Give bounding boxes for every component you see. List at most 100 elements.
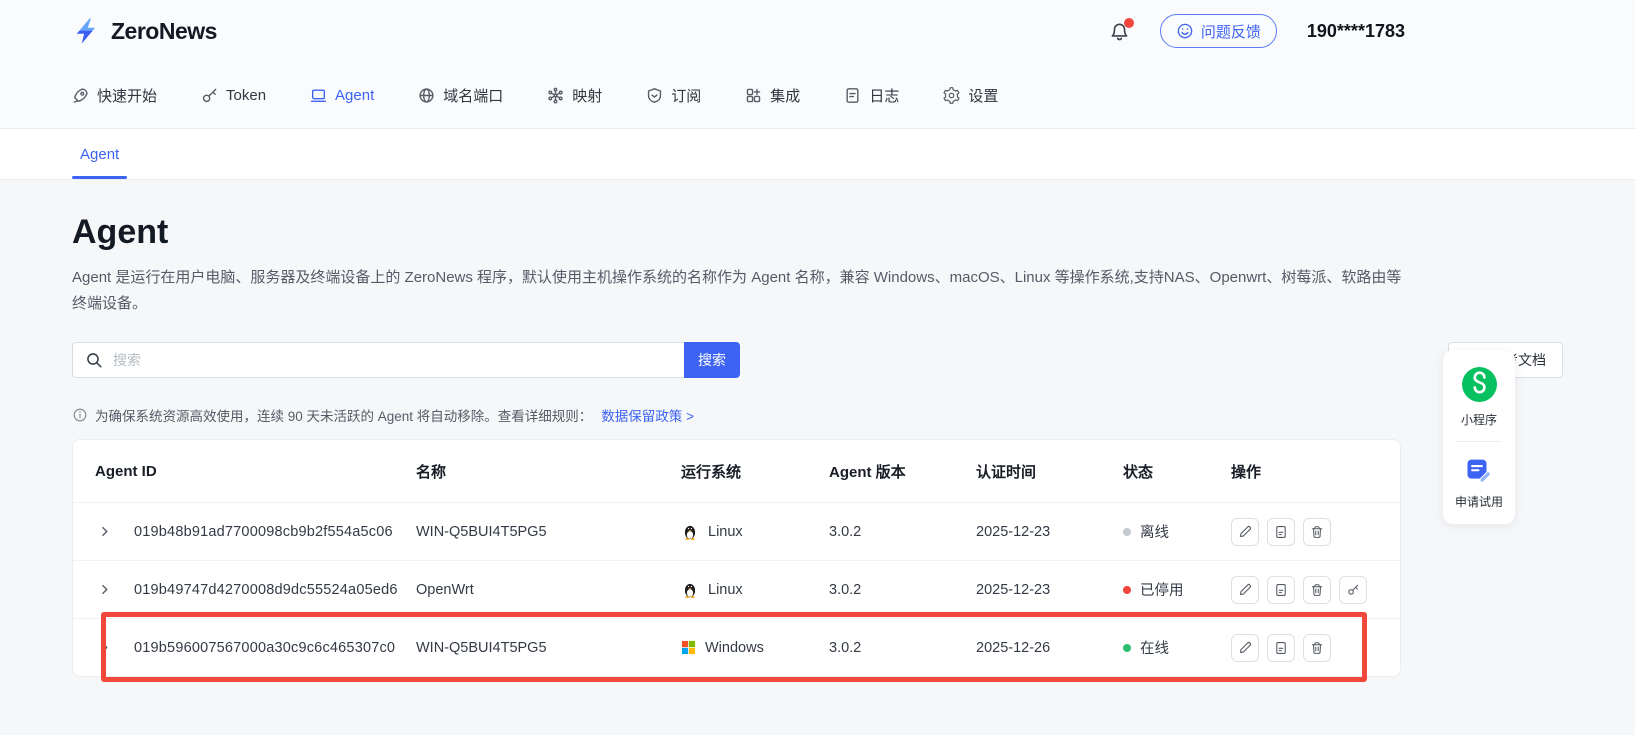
brand[interactable]: ZeroNews <box>72 16 217 46</box>
column-header: 状态 <box>1123 461 1231 482</box>
agent-os: Linux <box>681 581 829 599</box>
laptop-icon <box>310 87 327 104</box>
agent-name: WIN-Q5BUI4T5PG5 <box>416 640 681 656</box>
nav-item-日志[interactable]: 日志 <box>844 85 899 106</box>
status-badge: 离线 <box>1140 521 1169 542</box>
miniprogram-icon <box>1461 366 1498 403</box>
delete-agent-button[interactable] <box>1303 576 1331 604</box>
trial-button[interactable]: 申请试用 <box>1455 455 1503 510</box>
miniprogram-label: 小程序 <box>1461 411 1497 428</box>
agent-version: 3.0.2 <box>829 524 976 540</box>
nav-item-token[interactable]: Token <box>201 87 266 104</box>
edit-agent-button[interactable] <box>1231 518 1259 546</box>
expand-row-button[interactable] <box>95 638 117 657</box>
linux-icon <box>681 581 699 599</box>
table-row: 019b48b91ad7700098cb9b2f554a5c06WIN-Q5BU… <box>73 502 1400 560</box>
rocket-icon <box>72 87 89 104</box>
expand-row-button[interactable] <box>95 522 117 541</box>
info-icon <box>72 407 88 423</box>
column-header: 运行系统 <box>681 461 829 482</box>
data-retention-policy-link[interactable]: 数据保留政策 > <box>601 405 694 425</box>
brand-name: ZeroNews <box>111 18 217 45</box>
status-dot-icon <box>1123 586 1131 594</box>
nav-item-映射[interactable]: 映射 <box>547 85 602 106</box>
miniprogram-button[interactable]: 小程序 <box>1461 366 1498 428</box>
page: ZeroNews <box>0 0 1635 677</box>
log-icon <box>1274 583 1288 597</box>
page-description: Agent 是运行在用户电脑、服务器及终端设备上的 ZeroNews 程序，默认… <box>72 265 1404 317</box>
retention-notice: 为确保系统资源高效使用，连续 90 天未活跃的 Agent 将自动移除。查看详细… <box>72 405 1563 425</box>
nav-label: 日志 <box>869 85 899 106</box>
nav-item-集成[interactable]: 集成 <box>745 85 800 106</box>
nav-label: 订阅 <box>671 85 701 106</box>
nav-item-设置[interactable]: 设置 <box>943 85 998 106</box>
nav-label: Token <box>226 87 266 104</box>
agent-table: Agent ID名称运行系统Agent 版本认证时间状态操作 019b48b91… <box>72 439 1401 677</box>
agent-id: 019b596007567000a30c9c6c465307c0 <box>134 640 416 656</box>
subtab-strip: Agent <box>0 128 1635 180</box>
trial-icon <box>1464 455 1494 485</box>
agent-os: Linux <box>681 523 829 541</box>
delete-icon <box>1310 641 1324 655</box>
auth-time: 2025-12-23 <box>976 524 1123 540</box>
toolbar: 搜索 参考文档 <box>72 342 1563 378</box>
agent-os: Windows <box>681 640 829 656</box>
smiley-icon <box>1176 22 1194 40</box>
log-agent-button[interactable] <box>1267 518 1295 546</box>
delete-agent-button[interactable] <box>1303 634 1331 662</box>
nav-item-订阅[interactable]: 订阅 <box>646 85 701 106</box>
log-agent-button[interactable] <box>1267 634 1295 662</box>
search-input[interactable] <box>72 342 684 378</box>
log-agent-button[interactable] <box>1267 576 1295 604</box>
edit-icon <box>1238 583 1252 597</box>
notification-bell-button[interactable] <box>1109 21 1130 42</box>
delete-agent-button[interactable] <box>1303 518 1331 546</box>
zeronews-logo-icon <box>72 16 102 46</box>
search-button[interactable]: 搜索 <box>684 342 740 378</box>
edit-icon <box>1238 525 1252 539</box>
tab-agent[interactable]: Agent <box>72 129 127 179</box>
actions-cell <box>1231 518 1378 546</box>
column-header: 操作 <box>1231 461 1378 482</box>
account-phone[interactable]: 190****1783 <box>1307 21 1405 42</box>
status-badge: 已停用 <box>1140 579 1184 600</box>
expand-row-button[interactable] <box>95 580 117 599</box>
app-header: ZeroNews <box>0 0 1635 62</box>
key-icon <box>201 87 218 104</box>
log-icon <box>1274 641 1288 655</box>
agent-version: 3.0.2 <box>829 582 976 598</box>
table-row: 019b596007567000a30c9c6c465307c0WIN-Q5BU… <box>73 618 1400 676</box>
delete-icon <box>1310 525 1324 539</box>
actions-cell <box>1231 634 1378 662</box>
windows-icon <box>681 640 696 655</box>
delete-icon <box>1310 583 1324 597</box>
status-dot-icon <box>1123 644 1131 652</box>
agent-version: 3.0.2 <box>829 640 976 656</box>
table-row: 019b49747d4270008d9dc55524a05ed6OpenWrtL… <box>73 560 1400 618</box>
column-header: 名称 <box>416 461 681 482</box>
status-cell: 离线 <box>1123 521 1231 542</box>
blocks-icon <box>745 87 762 104</box>
status-cell: 在线 <box>1123 637 1231 658</box>
edit-agent-button[interactable] <box>1231 576 1259 604</box>
search-icon <box>85 351 103 369</box>
nav-item-域名端口[interactable]: 域名端口 <box>418 85 503 106</box>
column-header: Agent ID <box>95 463 416 480</box>
nav-label: 映射 <box>572 85 602 106</box>
key-sm-icon <box>1346 583 1360 597</box>
gear-icon <box>943 87 960 104</box>
column-header: 认证时间 <box>976 461 1123 482</box>
chevron-right-icon <box>97 582 115 597</box>
feedback-button[interactable]: 问题反馈 <box>1160 14 1277 48</box>
edit-agent-button[interactable] <box>1231 634 1259 662</box>
chevron-right-icon <box>97 640 115 655</box>
key-agent-button[interactable] <box>1339 576 1367 604</box>
shield-icon <box>646 87 663 104</box>
nav-item-快速开始[interactable]: 快速开始 <box>72 85 157 106</box>
status-badge: 在线 <box>1140 637 1169 658</box>
chevron-right-icon <box>97 524 115 539</box>
nav-item-agent[interactable]: Agent <box>310 87 374 104</box>
nav-label: 域名端口 <box>443 85 503 106</box>
nav-label: 设置 <box>968 85 998 106</box>
feedback-label: 问题反馈 <box>1201 21 1261 42</box>
